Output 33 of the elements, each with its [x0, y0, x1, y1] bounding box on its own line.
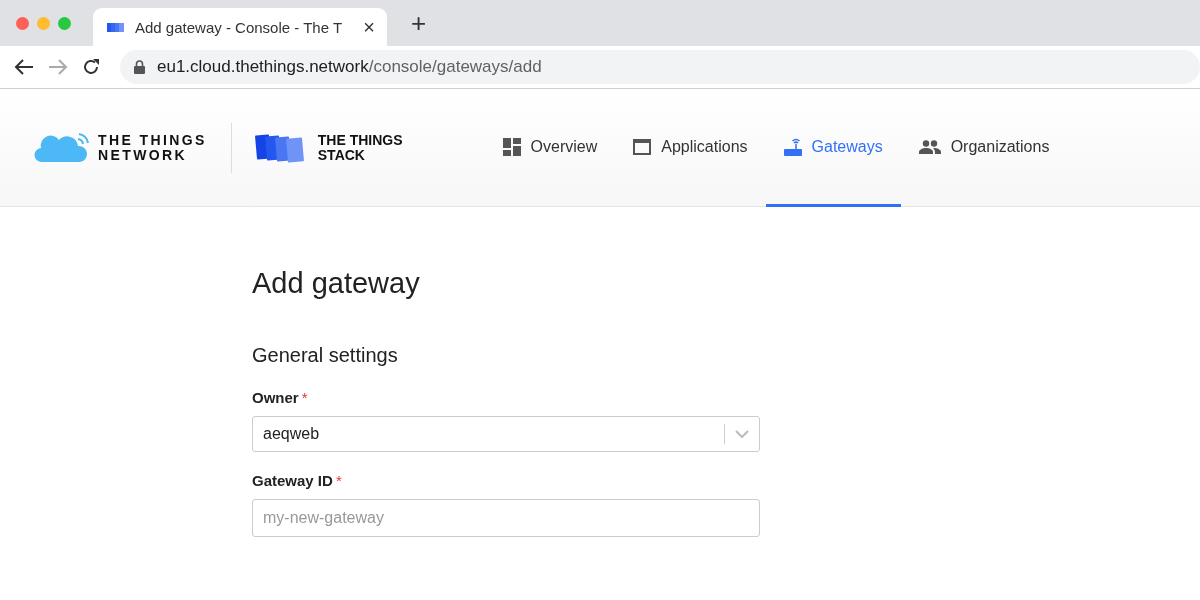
cloud-icon	[34, 132, 90, 163]
page-title: Add gateway	[252, 267, 421, 300]
address-bar[interactable]: eu1.cloud.thethings.network/console/gateways/add	[120, 50, 1200, 84]
people-icon	[918, 139, 941, 154]
chevron-down-icon	[735, 430, 749, 438]
logo-wordmark: THE THINGS NETWORK	[98, 132, 207, 163]
forward-arrow-icon[interactable]	[48, 59, 68, 75]
input-field[interactable]: my-new-gateway	[252, 499, 760, 537]
tab-title: Add gateway - Console - The T	[135, 18, 344, 36]
lock-icon	[134, 60, 145, 74]
close-tab-button[interactable]: ×	[363, 15, 375, 39]
nav-tab[interactable]: Overview	[484, 89, 616, 207]
nav-tab[interactable]: Applications	[615, 89, 766, 207]
dashboard-icon	[502, 137, 521, 156]
new-tab-button[interactable]: +	[405, 7, 433, 39]
window-icon	[633, 138, 652, 155]
maximize-window-icon[interactable]	[58, 16, 71, 30]
nav-tab[interactable]: Gateways	[765, 89, 901, 207]
field-label: Gateway ID	[252, 472, 333, 489]
back-arrow-icon[interactable]	[14, 59, 34, 75]
owner-select[interactable]: aeqweb	[252, 416, 760, 452]
section-heading: General settings	[252, 344, 399, 367]
required-mark: *	[301, 389, 308, 406]
minimize-window-icon[interactable]	[37, 16, 50, 30]
browser-tab[interactable]: Add gateway - Console - The T ×	[93, 8, 387, 46]
field-label: Owner	[252, 389, 299, 406]
required-mark: *	[335, 472, 342, 489]
reload-icon[interactable]	[82, 58, 100, 76]
close-window-icon[interactable]	[16, 16, 29, 30]
router-icon	[783, 137, 802, 156]
stacked-cards-icon	[107, 21, 125, 33]
nav-tab[interactable]: Organizations	[900, 89, 1068, 207]
logo-wordmark: THE THINGS STACK	[317, 132, 403, 163]
